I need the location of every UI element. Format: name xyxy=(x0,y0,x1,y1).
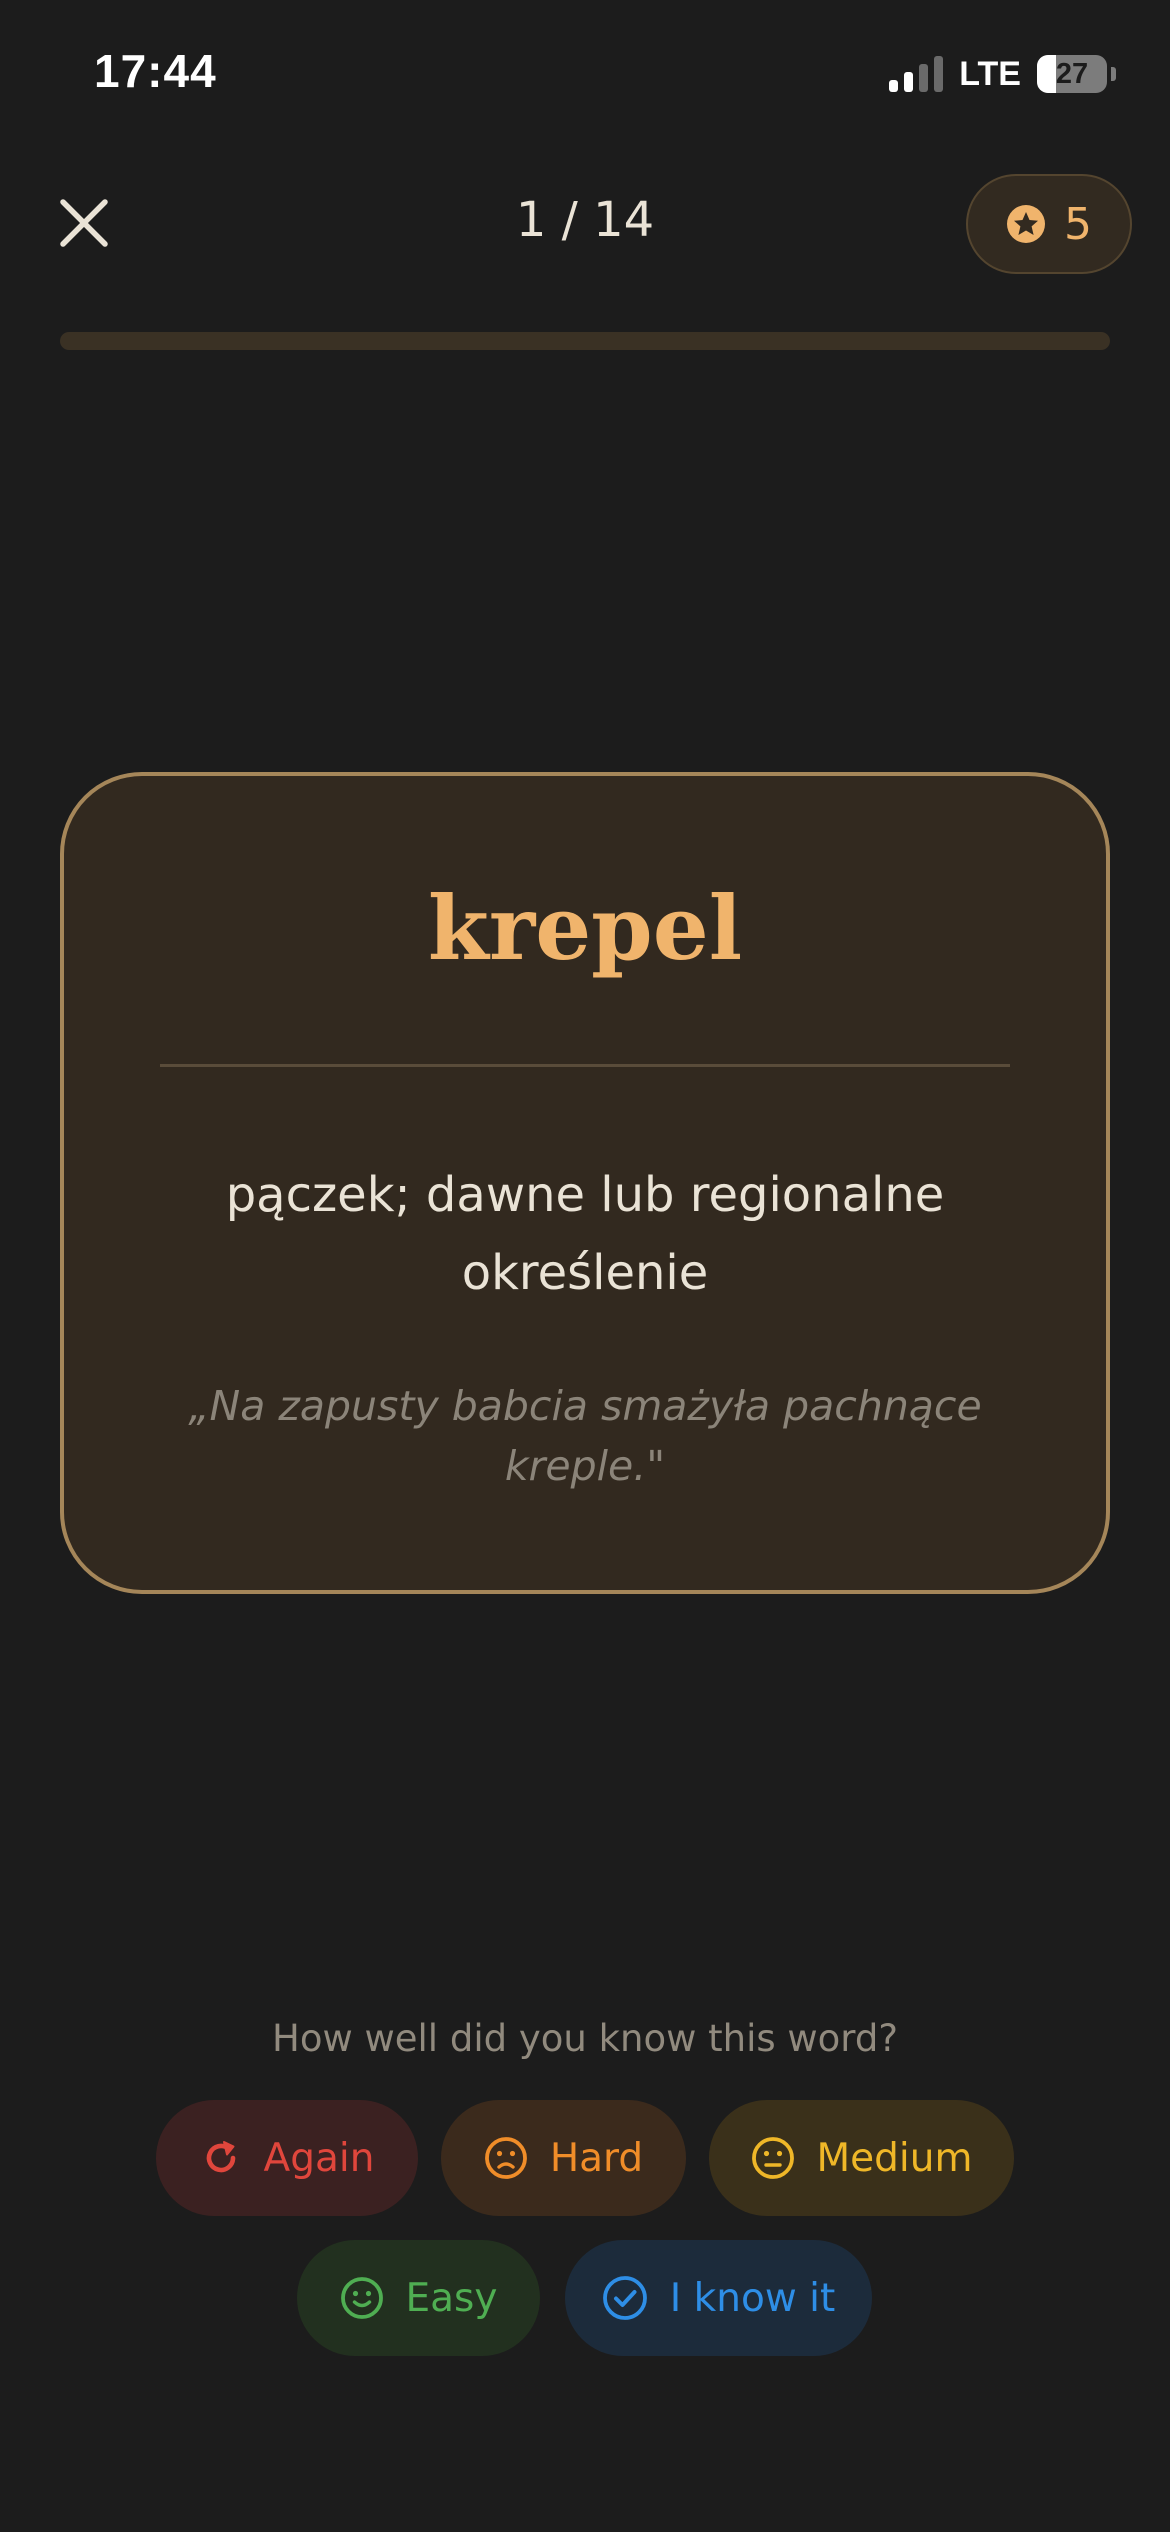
neutral-face-icon xyxy=(751,2137,794,2179)
medium-label: Medium xyxy=(816,2135,973,2181)
easy-button[interactable]: Easy xyxy=(297,2240,540,2356)
refresh-icon xyxy=(206,2141,235,2173)
hard-label: Hard xyxy=(549,2135,644,2181)
battery-percent: 27 xyxy=(1055,57,1089,90)
xp-badge[interactable]: 5 xyxy=(966,174,1132,274)
rating-prompt: How well did you know this word? xyxy=(272,2017,898,2060)
star-coin-icon xyxy=(1007,205,1045,243)
easy-label: Easy xyxy=(405,2275,498,2321)
frown-face-icon xyxy=(484,2137,527,2179)
again-button[interactable]: Again xyxy=(156,2100,418,2216)
network-type: LTE xyxy=(959,54,1021,93)
card-definition: pączek; dawne lub regionalne określenie xyxy=(225,1167,945,1301)
medium-button[interactable]: Medium xyxy=(709,2100,1014,2216)
i-know-it-label: I know it xyxy=(669,2275,836,2321)
flashcard[interactable]: krepel pączek; dawne lub regionalne okre… xyxy=(60,772,1110,1594)
i-know-it-button[interactable]: I know it xyxy=(565,2240,872,2356)
progress-bar xyxy=(60,332,1110,350)
battery-cap xyxy=(1111,67,1116,81)
check-circle-icon xyxy=(602,2276,647,2320)
card-example: „Na zapusty babcia smażyła pachnące krep… xyxy=(188,1382,982,1490)
signal-strength-icon xyxy=(889,56,944,92)
again-label: Again xyxy=(263,2135,375,2181)
status-time: 17:44 xyxy=(94,45,217,97)
card-word: krepel xyxy=(427,876,743,980)
status-indicators: LTE 27 xyxy=(889,52,1116,96)
battery-icon: 27 xyxy=(1037,55,1107,93)
xp-value: 5 xyxy=(1064,198,1092,250)
smile-face-icon xyxy=(340,2277,383,2319)
card-divider xyxy=(160,1064,1010,1067)
hard-button[interactable]: Hard xyxy=(441,2100,686,2216)
